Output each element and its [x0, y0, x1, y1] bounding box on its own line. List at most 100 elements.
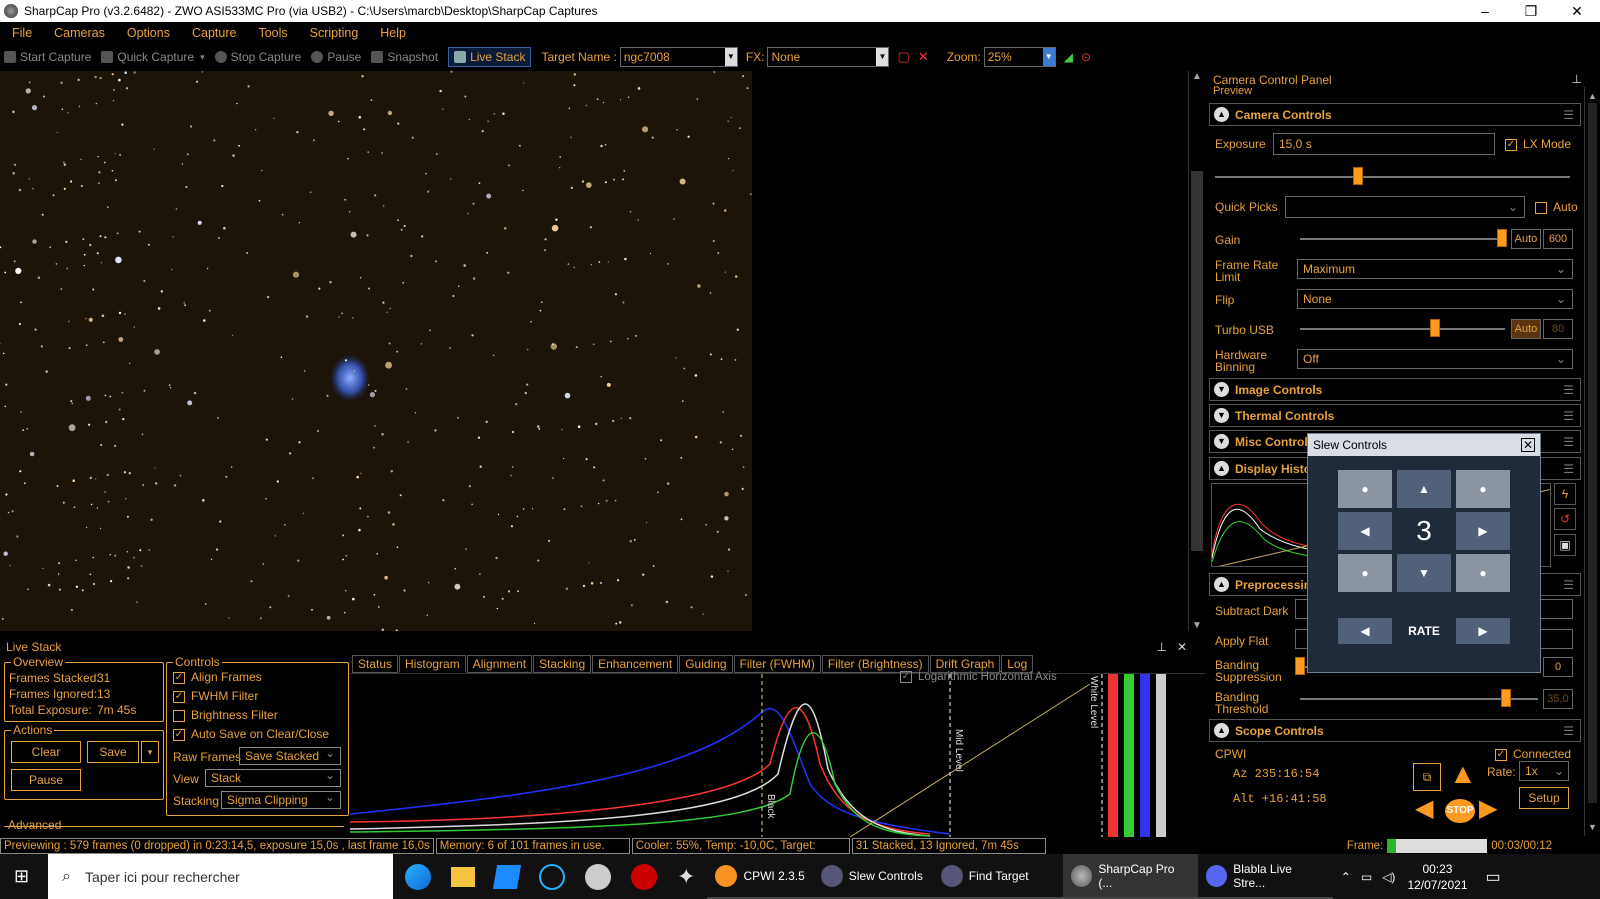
exposure-slider-thumb[interactable] — [1353, 167, 1363, 185]
taskbar-cpwi[interactable]: CPWI 2.3.5 — [707, 854, 813, 899]
stop-button[interactable]: STOP — [1445, 799, 1475, 823]
stacking-select[interactable]: Sigma Clipping — [221, 789, 341, 809]
edge-icon[interactable] — [405, 863, 431, 890]
histogram-icon[interactable]: ◢ — [1064, 50, 1073, 64]
scroll-down-icon[interactable]: ▼ — [1588, 822, 1597, 832]
banding-suppression-value[interactable]: 0 — [1543, 657, 1573, 677]
taskbar-discord[interactable]: Blabla Live Stre... — [1197, 854, 1333, 899]
lx-mode-checkbox[interactable]: ✓ LX Mode — [1505, 138, 1571, 151]
quick-picks-select[interactable]: ⌄ — [1285, 196, 1525, 218]
slew-up-arrow[interactable]: ▲ — [1449, 759, 1477, 789]
maximize-button[interactable]: ❐ — [1508, 3, 1554, 20]
scroll-thumb[interactable] — [1191, 171, 1203, 551]
taskbar-slew-controls[interactable]: Slew Controls — [812, 854, 933, 899]
expand-icon[interactable]: ▼ — [1214, 408, 1229, 423]
target-name-input[interactable]: ngc7008 ▼ — [619, 47, 738, 67]
turbo-usb-slider-thumb[interactable] — [1430, 319, 1440, 337]
chevron-down-icon[interactable]: ▼ — [1042, 48, 1055, 66]
red-app-icon[interactable] — [631, 863, 657, 890]
close-button[interactable]: ✕ — [1554, 3, 1600, 20]
save-button[interactable]: Save — [87, 741, 139, 763]
pause-button[interactable]: Pause — [311, 50, 361, 64]
menu-icon[interactable]: ☰ — [1563, 462, 1574, 476]
checkbox-checked[interactable]: ✓ — [173, 671, 185, 684]
tray-chevron-icon[interactable]: ⌃ — [1341, 870, 1351, 884]
reset-icon[interactable]: ↺ — [1554, 508, 1576, 530]
advanced-label[interactable]: Advanced — [8, 818, 61, 832]
clear-button[interactable]: Clear — [11, 741, 81, 763]
connected-checkbox[interactable]: ✓ Connected — [1495, 748, 1571, 761]
fwhm-filter-checkbox[interactable]: ✓ FWHM Filter — [173, 689, 258, 703]
c-app-icon[interactable] — [539, 863, 565, 890]
cross-icon[interactable]: ✕ — [918, 49, 929, 65]
taskbar-clock[interactable]: 00:23 12/07/2021 — [1407, 861, 1467, 893]
flip-select[interactable]: None ⌄ — [1297, 289, 1573, 309]
menu-scripting[interactable]: Scripting — [310, 26, 359, 40]
slew-southwest-button[interactable]: ● — [1338, 554, 1392, 592]
red-level-bar[interactable] — [1108, 674, 1118, 837]
frame-rate-select[interactable]: Maximum ⌄ — [1297, 259, 1573, 279]
tab-stacking[interactable]: Stacking — [533, 655, 592, 673]
collapse-icon[interactable]: ▲ — [1214, 107, 1229, 122]
green-level-bar[interactable] — [1124, 674, 1134, 837]
scroll-up-icon[interactable]: ▲ — [1588, 91, 1597, 101]
chevron-down-icon[interactable]: ⌄ — [1508, 197, 1518, 217]
stop-capture-button[interactable]: Stop Capture — [214, 50, 301, 64]
rate-decrease-button[interactable]: ◀ — [1338, 618, 1392, 644]
blue-level-bar[interactable] — [1140, 674, 1150, 837]
menu-icon[interactable]: ☰ — [1563, 724, 1574, 738]
scope-controls-header[interactable]: ▲ Scope Controls ☰ — [1209, 719, 1581, 742]
hardware-binning-select[interactable]: Off ⌄ — [1297, 349, 1573, 369]
menu-cameras[interactable]: Cameras — [54, 26, 105, 40]
checkbox-checked[interactable]: ✓ — [900, 671, 912, 683]
menu-icon[interactable]: ☰ — [1563, 383, 1574, 397]
slew-right-arrow[interactable]: ▶ — [1479, 795, 1497, 823]
checkbox-checked[interactable]: ✓ — [1495, 748, 1507, 761]
quick-capture-button[interactable]: Quick Capture ▾ — [101, 50, 205, 64]
banding-threshold-thumb[interactable] — [1501, 689, 1511, 707]
slew-title-bar[interactable]: Slew Controls ✕ — [1308, 434, 1540, 456]
image-viewer[interactable] — [0, 71, 752, 631]
astro-app-icon[interactable] — [585, 863, 611, 890]
turbo-auto-button[interactable]: Auto — [1511, 319, 1541, 339]
tab-alignment[interactable]: Alignment — [466, 655, 533, 673]
slew-northwest-button[interactable]: ● — [1338, 470, 1392, 508]
chevron-down-icon[interactable]: ⌄ — [1556, 290, 1566, 308]
collapse-icon[interactable]: ▲ — [1214, 723, 1229, 738]
menu-file[interactable]: File — [12, 26, 32, 40]
folder-icon[interactable] — [451, 866, 475, 887]
panel-scroll-thumb[interactable] — [1588, 103, 1597, 803]
close-panel-icon[interactable]: ✕ — [1177, 640, 1187, 654]
network-icon[interactable]: ▭ — [1361, 870, 1372, 884]
pin-icon[interactable]: ⊥ — [1156, 640, 1166, 654]
turbo-value-input[interactable]: 80 — [1543, 319, 1573, 339]
chevron-down-icon[interactable]: ▼ — [876, 48, 889, 66]
slew-close-button[interactable]: ✕ — [1521, 438, 1535, 452]
windows-start-icon[interactable]: ⊞ — [14, 866, 29, 887]
slew-east-button[interactable]: ▶ — [1456, 512, 1510, 550]
auto-save-checkbox[interactable]: ✓ Auto Save on Clear/Close — [173, 727, 329, 741]
scroll-down-icon[interactable]: ▼ — [1192, 620, 1202, 631]
slew-northeast-button[interactable]: ● — [1456, 470, 1510, 508]
chevron-down-icon[interactable]: ⌄ — [1556, 350, 1566, 368]
tab-enhancement[interactable]: Enhancement — [592, 655, 679, 673]
rate-increase-button[interactable]: ▶ — [1456, 618, 1510, 644]
gain-value-input[interactable]: 600 — [1543, 229, 1573, 249]
live-stack-button[interactable]: Live Stack — [448, 47, 532, 67]
collapse-icon[interactable]: ▲ — [1214, 461, 1229, 476]
taskbar-sharpcap[interactable]: SharpCap Pro (... — [1062, 854, 1198, 899]
menu-icon[interactable]: ☰ — [1563, 578, 1574, 592]
star-app-icon[interactable]: ✦ — [677, 864, 695, 890]
raw-frames-select[interactable]: Save Stacked — [239, 745, 341, 765]
gain-slider[interactable] — [1300, 238, 1505, 240]
pause-stack-button[interactable]: Pause — [11, 769, 81, 791]
log-axis-checkbox[interactable]: ✓ Logarithmic Horizontal Axis — [900, 671, 1057, 683]
focus-icon[interactable]: ⊙ — [1081, 50, 1091, 64]
menu-icon[interactable]: ☰ — [1563, 409, 1574, 423]
tab-filter-fwhm[interactable]: Filter (FWHM) — [733, 655, 821, 673]
histogram-chart[interactable]: ✓ Logarithmic Horizontal Axis Black Mid L… — [349, 671, 1205, 838]
banding-suppression-thumb[interactable] — [1295, 657, 1305, 675]
tab-guiding[interactable]: Guiding — [679, 655, 733, 673]
camera-controls-header[interactable]: ▲ Camera Controls ☰ — [1209, 103, 1581, 126]
reticle-icon[interactable]: ▢ — [897, 49, 909, 65]
